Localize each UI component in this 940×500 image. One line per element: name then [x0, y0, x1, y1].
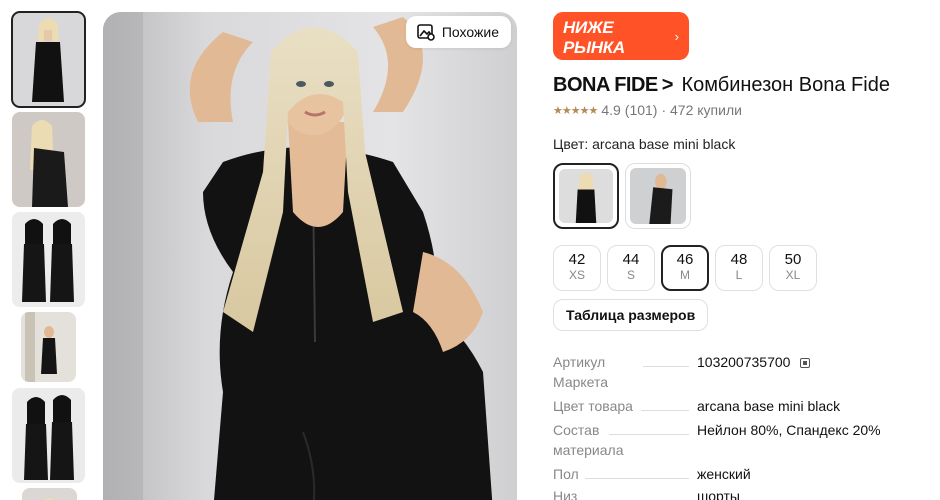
- color-swatch-image: [630, 168, 686, 224]
- thumbnail-image: [21, 312, 76, 382]
- similar-label: Похожие: [441, 24, 499, 40]
- spec-key: Цвет товара: [553, 398, 633, 414]
- size-number: 42: [568, 251, 586, 268]
- product-photo: [103, 12, 517, 500]
- spec-divider: [609, 434, 689, 435]
- promo-title: НИЖЕ РЫНКА: [563, 18, 625, 57]
- spec-value: шорты: [697, 488, 740, 500]
- spec-divider: [641, 410, 689, 411]
- color-swatch-image: [559, 169, 613, 223]
- product-title: BONA FIDE > Комбинезон Bona Fide: [553, 73, 890, 97]
- spec-key: Пол: [553, 466, 579, 482]
- promo-badge[interactable]: НИЖЕ РЫНКА СКИДКИ НЕДЕЛИ ›: [553, 12, 689, 72]
- thumbnail-3[interactable]: [12, 212, 85, 307]
- article-number: 103200735700: [697, 354, 791, 370]
- thumbnail-image: [12, 388, 85, 483]
- spec-value: arcana base mini black: [697, 398, 841, 414]
- size-letter: XL: [785, 268, 801, 282]
- image-search-icon: [417, 24, 435, 41]
- size-number: 50: [784, 251, 802, 268]
- size-table-button[interactable]: Таблица размеров: [553, 299, 709, 331]
- spec-value: 103200735700: [697, 352, 811, 372]
- size-number: 46: [676, 251, 694, 268]
- spec-row-color: Цвет товара arcana base mini black: [553, 396, 923, 416]
- similar-button[interactable]: Похожие: [405, 16, 511, 48]
- spec-row-material: Состав материала Нейлон 80%, Спандекс 20…: [553, 420, 923, 460]
- rating-stars-icon: ★★★★★: [553, 104, 598, 117]
- size-letter: XS: [568, 268, 585, 282]
- size-number: 48: [730, 251, 748, 268]
- size-letter: M: [680, 268, 690, 282]
- spec-value: женский: [697, 466, 751, 482]
- purchase-count: · 472 купили: [661, 102, 742, 118]
- spec-divider: [643, 366, 689, 367]
- brand-link[interactable]: BONA FIDE: [553, 74, 658, 96]
- size-letter: S: [626, 268, 635, 282]
- thumbnail-image: [22, 488, 77, 500]
- thumbnail-image: [12, 12, 85, 107]
- review-count: (101): [624, 102, 658, 118]
- spec-row-article: Артикул Маркета 103200735700: [553, 352, 923, 392]
- thumbnail-4[interactable]: [21, 312, 76, 382]
- size-option-46[interactable]: 46 M: [661, 245, 709, 291]
- thumbnail-image: [12, 212, 85, 307]
- thumbnail-5[interactable]: [12, 388, 85, 483]
- color-label: Цвет: arcana base mini black: [553, 136, 736, 152]
- size-letter: L: [735, 268, 743, 282]
- promo-subtitle: СКИДКИ НЕДЕЛИ: [563, 60, 658, 72]
- color-option-2[interactable]: [625, 163, 691, 229]
- spec-key: Низ: [553, 488, 578, 500]
- chevron-right-icon: >: [661, 74, 674, 96]
- product-name: Комбинезон Bona Fide: [681, 74, 890, 96]
- size-number: 44: [622, 251, 640, 268]
- spec-row-gender: Пол женский: [553, 464, 923, 484]
- spec-row-bottom: Низ шорты: [553, 486, 923, 500]
- spec-key: Артикул Маркета: [553, 354, 609, 390]
- rating-value: 4.9: [601, 102, 621, 118]
- rating-summary[interactable]: ★★★★★ 4.9 (101) · 472 купили: [553, 102, 742, 118]
- size-option-48[interactable]: 48 L: [715, 245, 763, 291]
- thumbnail-image: [12, 112, 85, 207]
- color-option-1[interactable]: [553, 163, 619, 229]
- size-option-42[interactable]: 42 XS: [553, 245, 601, 291]
- spec-key: Состав материала: [553, 422, 624, 458]
- spec-divider: [585, 478, 689, 479]
- main-product-image[interactable]: Похожие: [103, 12, 517, 500]
- size-option-44[interactable]: 44 S: [607, 245, 655, 291]
- chevron-right-icon: ›: [674, 29, 679, 44]
- thumbnail-1[interactable]: [11, 11, 86, 108]
- copy-icon[interactable]: [800, 358, 811, 368]
- size-option-50[interactable]: 50 XL: [769, 245, 817, 291]
- spec-value: Нейлон 80%, Спандекс 20%: [697, 422, 881, 438]
- thumbnail-6[interactable]: [22, 488, 77, 500]
- thumbnail-2[interactable]: [12, 112, 85, 207]
